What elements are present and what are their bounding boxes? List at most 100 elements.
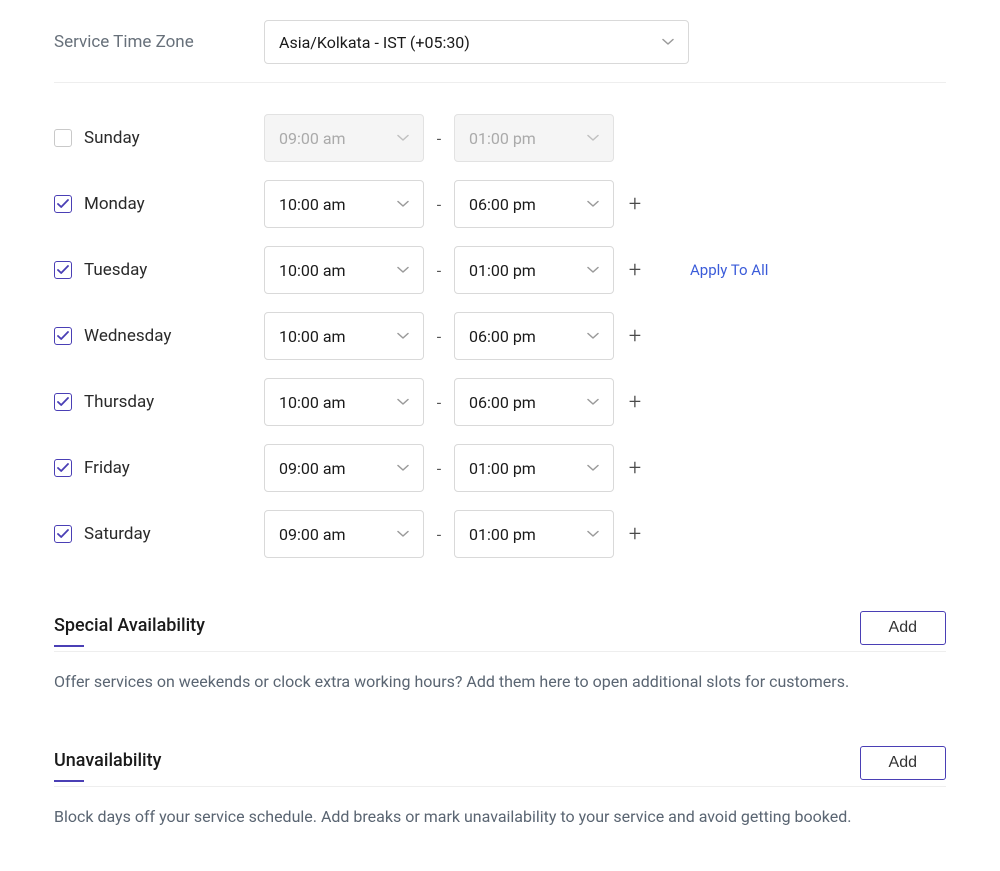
day-toggle: Monday [54,194,264,214]
day-label: Thursday [84,392,154,412]
start-time-select-friday[interactable]: 09:00 am [264,444,424,492]
time-separator: - [424,261,454,280]
section-header: Unavailability Add [54,750,946,787]
chevron-down-icon [662,36,674,48]
add-special-availability-button[interactable]: Add [860,611,946,645]
apply-to-all-link[interactable]: Apply To All [690,261,768,279]
start-time-select-sunday: 09:00 am [264,114,424,162]
start-time-select-monday[interactable]: 10:00 am [264,180,424,228]
add-slot-button-monday[interactable]: + [620,192,650,217]
time-separator: - [424,459,454,478]
end-time-select-friday[interactable]: 01:00 pm [454,444,614,492]
timezone-label: Service Time Zone [54,32,264,52]
end-time-value: 01:00 pm [469,525,536,544]
end-time-select-tuesday[interactable]: 01:00 pm [454,246,614,294]
day-row-wednesday: Wednesday 10:00 am -06:00 pm + [54,311,946,361]
start-time-select-thursday[interactable]: 10:00 am [264,378,424,426]
unavailability-description: Block days off your service schedule. Ad… [54,805,946,829]
day-toggle: Saturday [54,524,264,544]
end-time-select-thursday[interactable]: 06:00 pm [454,378,614,426]
add-unavailability-button[interactable]: Add [860,746,946,780]
chevron-down-icon [397,396,409,408]
unavailability-title: Unavailability [54,750,161,781]
time-separator: - [424,195,454,214]
end-time-value: 06:00 pm [469,195,536,214]
day-toggle: Sunday [54,128,264,148]
chevron-down-icon [397,198,409,210]
day-toggle: Wednesday [54,326,264,346]
add-slot-button-thursday[interactable]: + [620,390,650,415]
section-header: Special Availability Add [54,615,946,652]
day-row-monday: Monday 10:00 am -06:00 pm + [54,179,946,229]
start-time-select-saturday[interactable]: 09:00 am [264,510,424,558]
day-checkbox-sunday[interactable] [54,129,72,147]
day-label: Wednesday [84,326,171,346]
time-separator: - [424,393,454,412]
day-row-tuesday: Tuesday 10:00 am -01:00 pm + Apply To All [54,245,946,295]
timezone-select[interactable]: Asia/Kolkata - IST (+05:30) [264,20,689,64]
special-availability-title: Special Availability [54,615,205,646]
chevron-down-icon [397,264,409,276]
add-slot-button-saturday[interactable]: + [620,522,650,547]
chevron-down-icon [587,462,599,474]
day-checkbox-friday[interactable] [54,459,72,477]
day-label: Sunday [84,128,140,148]
timezone-value: Asia/Kolkata - IST (+05:30) [279,33,470,52]
chevron-down-icon [397,462,409,474]
special-availability-description: Offer services on weekends or clock extr… [54,670,946,694]
special-availability-section: Special Availability Add Offer services … [54,615,946,694]
start-time-select-wednesday[interactable]: 10:00 am [264,312,424,360]
start-time-value: 09:00 am [279,525,346,544]
day-row-saturday: Saturday 09:00 am -01:00 pm + [54,509,946,559]
day-label: Friday [84,458,130,478]
chevron-down-icon [587,132,599,144]
chevron-down-icon [397,330,409,342]
end-time-select-sunday: 01:00 pm [454,114,614,162]
chevron-down-icon [587,264,599,276]
end-time-value: 01:00 pm [469,129,536,148]
day-toggle: Friday [54,458,264,478]
day-row-thursday: Thursday 10:00 am -06:00 pm + [54,377,946,427]
end-time-value: 01:00 pm [469,261,536,280]
day-checkbox-monday[interactable] [54,195,72,213]
end-time-value: 06:00 pm [469,393,536,412]
day-checkbox-tuesday[interactable] [54,261,72,279]
day-toggle: Tuesday [54,260,264,280]
start-time-select-tuesday[interactable]: 10:00 am [264,246,424,294]
start-time-value: 10:00 am [279,195,346,214]
day-label: Monday [84,194,145,214]
end-time-value: 01:00 pm [469,459,536,478]
add-slot-button-friday[interactable]: + [620,456,650,481]
day-toggle: Thursday [54,392,264,412]
chevron-down-icon [587,396,599,408]
day-checkbox-wednesday[interactable] [54,327,72,345]
end-time-value: 06:00 pm [469,327,536,346]
end-time-select-wednesday[interactable]: 06:00 pm [454,312,614,360]
unavailability-section: Unavailability Add Block days off your s… [54,750,946,829]
add-slot-button-tuesday[interactable]: + [620,258,650,283]
day-checkbox-thursday[interactable] [54,393,72,411]
day-row-friday: Friday 09:00 am -01:00 pm + [54,443,946,493]
end-time-select-saturday[interactable]: 01:00 pm [454,510,614,558]
timezone-row: Service Time Zone Asia/Kolkata - IST (+0… [54,20,946,83]
chevron-down-icon [397,528,409,540]
time-separator: - [424,327,454,346]
day-row-sunday: Sunday09:00 am-01:00 pm+ [54,113,946,163]
chevron-down-icon [587,528,599,540]
start-time-value: 09:00 am [279,459,346,478]
add-slot-button-wednesday[interactable]: + [620,324,650,349]
schedule-days: Sunday09:00 am-01:00 pm+Monday10:00 am-0… [54,113,946,559]
day-checkbox-saturday[interactable] [54,525,72,543]
chevron-down-icon [587,330,599,342]
start-time-value: 09:00 am [279,129,346,148]
end-time-select-monday[interactable]: 06:00 pm [454,180,614,228]
chevron-down-icon [587,198,599,210]
day-label: Tuesday [84,260,147,280]
day-label: Saturday [84,524,151,544]
chevron-down-icon [397,132,409,144]
time-separator: - [424,129,454,148]
start-time-value: 10:00 am [279,327,346,346]
start-time-value: 10:00 am [279,393,346,412]
time-separator: - [424,525,454,544]
start-time-value: 10:00 am [279,261,346,280]
